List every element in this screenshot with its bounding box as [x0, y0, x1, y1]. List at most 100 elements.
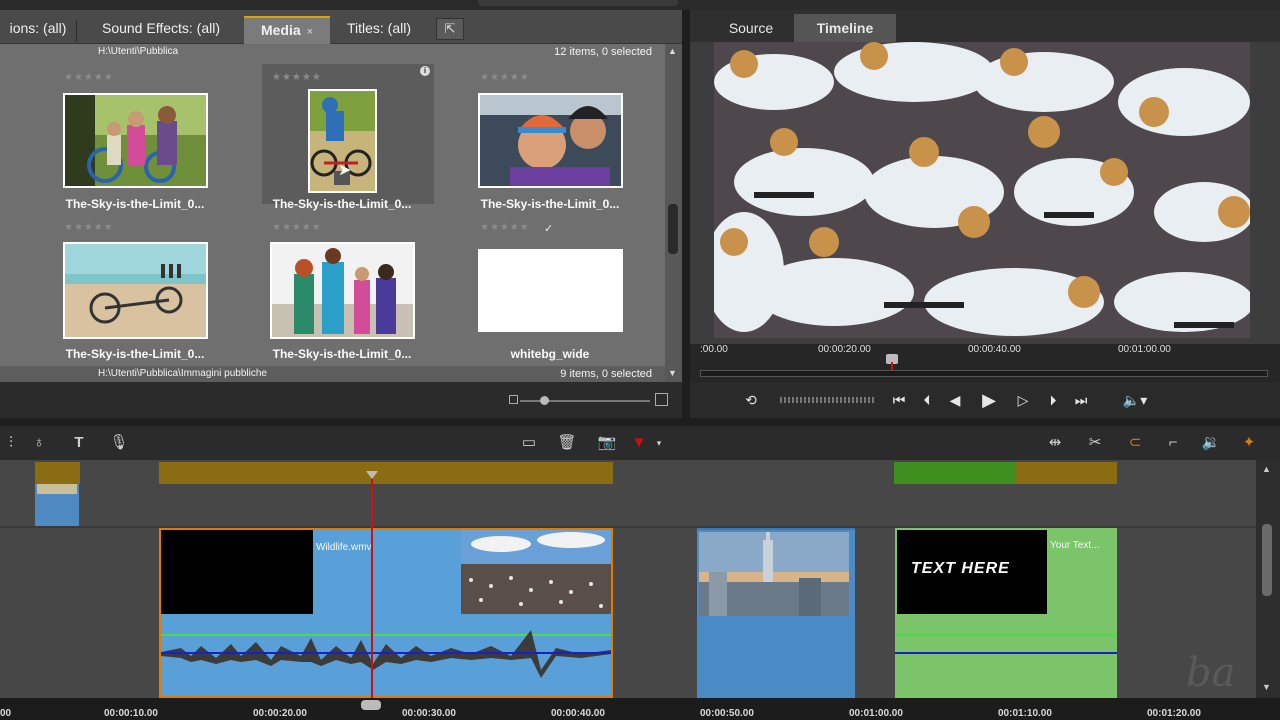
ruler-label: 00:00:30.00 [402, 708, 456, 719]
timeline-range-marker[interactable] [894, 462, 1016, 484]
timeline-range-marker[interactable] [1016, 462, 1117, 484]
shuttle-control[interactable] [780, 397, 874, 403]
volume-icon[interactable]: 🔈▾ [1118, 388, 1152, 412]
tab-divider [76, 20, 77, 42]
preview-scrub-bar[interactable] [700, 370, 1268, 377]
photo-group-standing [272, 244, 413, 337]
playhead-top-handle[interactable] [366, 471, 378, 479]
timeline-clip-city[interactable] [697, 528, 855, 698]
play-icon[interactable]: ▶ [976, 388, 1002, 412]
library-browser: H:\Utenti\Pubblica 12 items, 0 selected … [0, 44, 665, 382]
thumb-flock-landscape [461, 530, 611, 614]
rating-stars[interactable]: ★★★★★ [64, 72, 114, 83]
section-count-top: 12 items, 0 selected [554, 46, 652, 58]
close-tab-icon[interactable]: × [307, 26, 313, 38]
library-footer [0, 382, 682, 418]
media-thumbnail[interactable] [478, 93, 623, 188]
media-thumbnail[interactable] [478, 249, 623, 332]
clip-thumbnail: TEXT HERE [897, 530, 1047, 614]
clip-thumbnail [37, 484, 77, 494]
snapshot-icon[interactable]: ▭ [518, 432, 540, 454]
large-thumbs-icon[interactable] [655, 393, 668, 406]
timeline-playhead[interactable] [371, 476, 373, 706]
scroll-thumb[interactable] [1262, 524, 1272, 596]
scroll-up-icon[interactable]: ▲ [1262, 464, 1271, 474]
library-scrollbar[interactable]: ▲ ▼ [665, 44, 682, 382]
library-tab-bar: ions: (all) Sound Effects: (all) Media × … [0, 10, 682, 44]
marker-dropdown-icon[interactable]: ▾ [648, 432, 670, 454]
next-frame-icon[interactable]: ⏵ [1040, 388, 1066, 412]
step-forward-icon[interactable]: ▷ [1010, 388, 1036, 412]
volume-line[interactable] [895, 634, 1117, 636]
player-panel: Source Timeline:00.00 00:00:20.00 00:00… [690, 10, 1280, 418]
pan-line[interactable] [895, 652, 1117, 654]
media-thumbnail[interactable] [270, 242, 415, 339]
go-to-end-icon[interactable]: ⏭ [1068, 388, 1094, 412]
tracks-icon[interactable]: ⫶ [0, 432, 22, 454]
tab-transitions[interactable]: ions: (all) [0, 16, 76, 44]
cursor-icon: ➤ [338, 162, 352, 179]
previous-frame-icon[interactable]: ⏴ [914, 388, 940, 412]
tab-media[interactable]: Media × [244, 16, 330, 44]
rating-stars[interactable]: ★★★★★ [480, 222, 530, 233]
audio-scrub-icon[interactable]: 🔉 [1200, 432, 1222, 454]
watermark-signature: ba [1186, 650, 1236, 696]
slider-handle[interactable] [540, 396, 549, 405]
pin-tab-icon[interactable]: ⇱ [436, 18, 464, 40]
ruler-label: 00:00:20.00 [253, 708, 307, 719]
timeline-clip-title[interactable]: TEXT HERE Your Text... [895, 528, 1117, 698]
rating-stars[interactable]: ★★★★★ [272, 72, 322, 83]
title-tool-icon[interactable]: T [68, 432, 90, 454]
ruler-scrubber-handle[interactable] [361, 700, 381, 710]
loop-icon[interactable]: ⟲ [738, 388, 764, 412]
tab-sound-effects[interactable]: Sound Effects: (all) [84, 16, 238, 44]
section-path-top: H:\Utenti\Pubblica [98, 46, 179, 57]
rating-stars[interactable]: ★★★★★ [272, 222, 322, 233]
clip-thumbnail-end [461, 530, 611, 614]
small-thumbs-icon[interactable] [509, 395, 518, 404]
audio-mix-icon[interactable]: ♁ [28, 432, 50, 454]
scroll-down-icon[interactable]: ▼ [1262, 682, 1271, 692]
step-back-icon[interactable]: ◀ [942, 388, 968, 412]
settings-icon[interactable]: ✦ [1238, 432, 1260, 454]
timeline-tracks: Wildlife.wmv TEXT HERE Your Text... ba [0, 460, 1256, 698]
info-icon[interactable]: i [420, 66, 430, 76]
scroll-up-icon[interactable]: ▲ [668, 46, 677, 56]
preview-ruler[interactable]: :00.00 00:00:20.00 00:00:40.00 00:01:00.… [690, 344, 1280, 382]
rating-stars[interactable]: ★★★★★ [64, 222, 114, 233]
timeline-toolbar: ⫶ ♁ T 🎙 ▭ 🗑 📷 ▼ ▾ ⇹ ✂ ⊂ ⌐ 🔉 ✦ [0, 426, 1280, 460]
timeline-clip-wildlife[interactable]: Wildlife.wmv [159, 528, 613, 698]
tab-source[interactable]: Source [704, 14, 798, 42]
timeline-ruler[interactable]: 00 00:00:10.00 00:00:20.00 00:00:30.00 0… [0, 698, 1280, 720]
ruler-label: 00:00:20.00 [818, 344, 871, 355]
tab-timeline[interactable]: Timeline [794, 14, 896, 42]
ripple-icon[interactable]: ⇹ [1044, 432, 1066, 454]
library-panel: ions: (all) Sound Effects: (all) Media × … [0, 10, 682, 382]
photo-bikes-family [65, 95, 206, 186]
scroll-down-icon[interactable]: ▼ [668, 368, 677, 378]
rating-stars[interactable]: ★★★★★ [480, 72, 530, 83]
timeline-range-marker[interactable] [35, 462, 80, 484]
go-to-start-icon[interactable]: ⏮ [886, 388, 912, 412]
pan-line[interactable] [161, 652, 611, 654]
timeline-clip-small[interactable] [35, 484, 79, 526]
timeline-vertical-scrollbar[interactable]: ▲ ▼ [1256, 460, 1280, 698]
ruler-label: 00:00:50.00 [700, 708, 754, 719]
voiceover-icon[interactable]: 🎙 [108, 432, 130, 454]
delete-icon[interactable]: 🗑 [556, 432, 578, 454]
media-thumbnail[interactable] [63, 93, 208, 188]
tab-titles[interactable]: Titles: (all) [332, 16, 426, 44]
media-thumbnail[interactable] [63, 242, 208, 339]
photo-beach-bikes [65, 244, 206, 337]
scroll-thumb[interactable] [668, 204, 678, 254]
marker-icon[interactable]: ▼ [628, 432, 650, 454]
camera-icon[interactable]: 📷 [596, 432, 618, 454]
media-item-label: The-Sky-is-the-Limit_0... [65, 197, 205, 211]
timeline-range-marker[interactable] [159, 462, 613, 484]
search-field[interactable] [478, 0, 678, 6]
trim-icon[interactable]: ⌐ [1162, 432, 1184, 454]
magnet-icon[interactable]: ⊂ [1124, 432, 1146, 454]
section-path-bottom: H:\Utenti\Pubblica\Immagini pubbliche [98, 368, 267, 379]
ruler-label: 00:00:40.00 [968, 344, 1021, 355]
razor-icon[interactable]: ✂ [1084, 432, 1106, 454]
